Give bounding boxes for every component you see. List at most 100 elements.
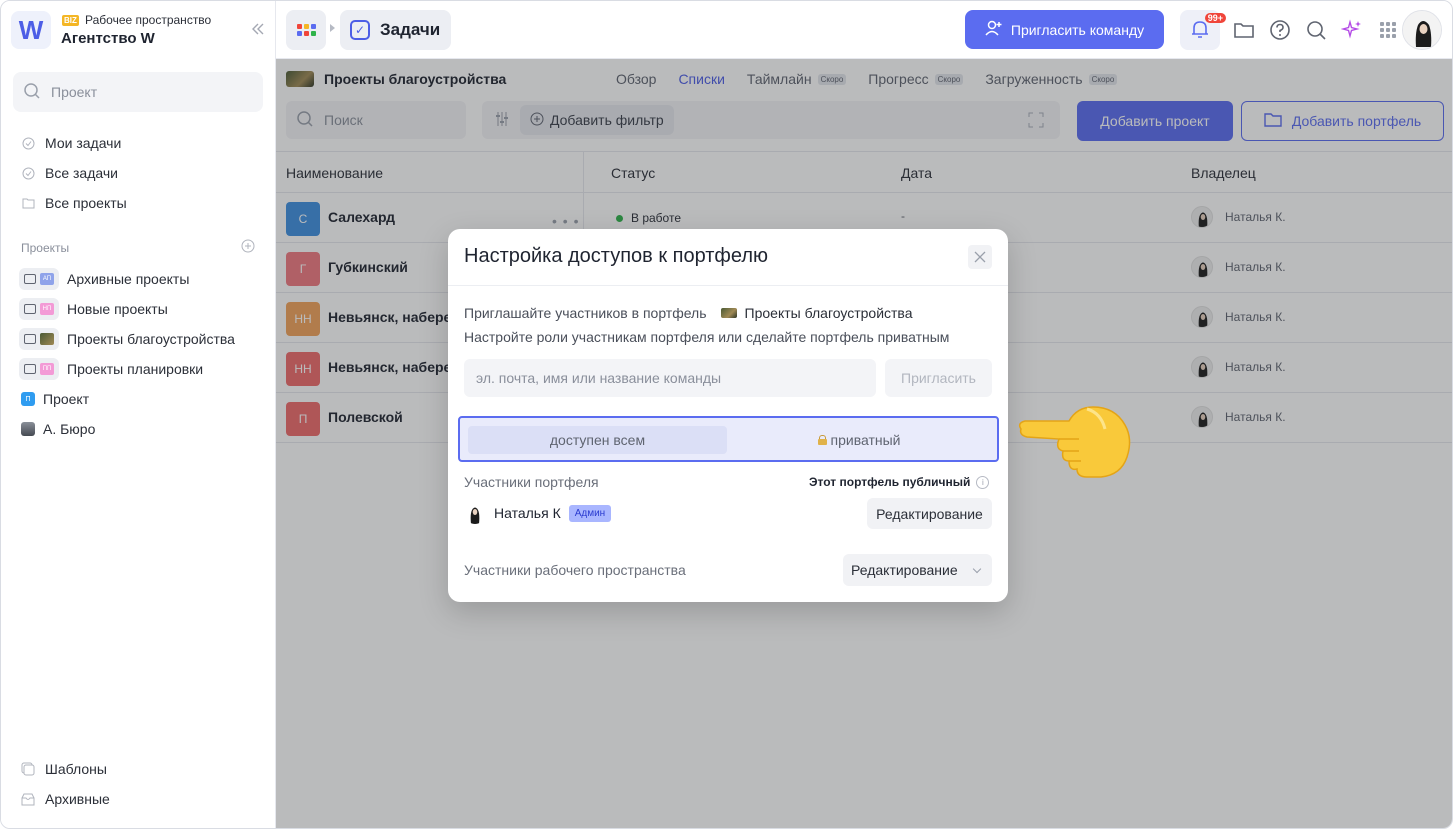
member-name: Наталья К <box>494 505 561 521</box>
top-icons: 99+ <box>1180 10 1400 50</box>
folder-icon <box>24 304 36 314</box>
sidebar: W BIZ Рабочее пространство Агентство W П… <box>1 1 276 828</box>
portfolio-thumbnail <box>720 308 737 318</box>
project-chip: ПП <box>19 358 59 380</box>
sidebar-item-all-projects[interactable]: Все проекты <box>21 192 127 214</box>
notifications-badge: 99+ <box>1204 13 1226 23</box>
workspace-label: Рабочее пространство <box>85 13 212 27</box>
member-row: Наталья К Админ <box>464 502 612 524</box>
sidebar-item-label: Мои задачи <box>45 135 122 151</box>
sidebar-project-label: Новые проекты <box>67 301 168 317</box>
sidebar-item-templates[interactable]: Шаблоны <box>21 758 107 780</box>
sidebar-project-planning[interactable]: ПП Проекты планировки <box>19 357 203 381</box>
folder-icon[interactable] <box>1232 18 1256 42</box>
add-project-icon[interactable] <box>241 239 255 253</box>
portfolio-name: Проекты благоустройства <box>744 305 913 321</box>
workspace-name: Агентство W <box>61 30 155 47</box>
ai-sparkle-icon[interactable] <box>1340 18 1364 42</box>
tasks-module-label: Задачи <box>380 20 441 39</box>
visibility-toggle: доступен всем приватный <box>458 416 999 462</box>
sidebar-project-archive[interactable]: АП Архивные проекты <box>19 267 189 291</box>
workspace-role-select[interactable]: Редактирование <box>843 554 992 586</box>
workspace-plan-badge: BIZ <box>62 15 79 26</box>
workspace-logo: W <box>11 11 51 49</box>
info-icon[interactable]: i <box>976 475 990 489</box>
member-role-button[interactable]: Редактирование <box>867 498 992 529</box>
sidebar-item-label: Все задачи <box>45 165 118 181</box>
sidebar-project-label: Архивные проекты <box>67 271 190 287</box>
sidebar-project-label: А. Бюро <box>43 421 96 437</box>
project-thumbnail <box>40 333 54 345</box>
sidebar-item-label: Шаблоны <box>45 761 107 777</box>
sidebar-item-label: Все проекты <box>45 195 127 211</box>
help-icon[interactable] <box>1268 18 1292 42</box>
sidebar-item-my-tasks[interactable]: Мои задачи <box>21 132 121 154</box>
sidebar-project-project[interactable]: П Проект <box>21 387 89 411</box>
project-chip: НП <box>19 298 59 320</box>
workspace-role-value: Редактирование <box>851 562 958 578</box>
private-label: приватный <box>830 432 901 448</box>
topbar: ✓ Задачи Пригласить команду 99+ <box>276 1 1452 59</box>
folder-icon <box>24 364 36 374</box>
sidebar-item-all-tasks[interactable]: Все задачи <box>21 162 118 184</box>
project-chip: АП <box>19 268 59 290</box>
add-user-icon <box>985 19 1003 40</box>
check-circle-icon <box>21 136 35 150</box>
sidebar-project-landscaping[interactable]: Проекты благоустройства <box>19 327 235 351</box>
sidebar-search-placeholder: Проект <box>51 84 98 100</box>
sidebar-project-bureau[interactable]: А. Бюро <box>21 417 95 441</box>
app-window: W BIZ Рабочее пространство Агентство W П… <box>0 0 1453 829</box>
project-chip <box>19 328 59 350</box>
invite-text: Приглашайте участников в портфель <box>464 305 707 321</box>
avatar <box>464 502 486 524</box>
checkbox-icon: ✓ <box>350 20 370 40</box>
check-circle-icon <box>21 166 35 180</box>
folder-icon <box>21 196 35 210</box>
tasks-module-button[interactable]: ✓ Задачи <box>340 10 451 50</box>
archive-icon <box>21 792 35 806</box>
folder-icon <box>24 274 36 284</box>
visibility-public-option[interactable]: доступен всем <box>468 426 727 454</box>
divider <box>448 285 1008 286</box>
workspace-header[interactable]: W BIZ Рабочее пространство Агентство W <box>11 11 266 51</box>
dialog-title: Настройка доступов к портфелю <box>464 245 769 267</box>
project-badge: АП <box>40 273 54 285</box>
project-badge: П <box>21 392 35 406</box>
user-avatar[interactable] <box>1402 10 1442 50</box>
close-icon[interactable] <box>968 245 992 269</box>
chevron-down-icon <box>972 564 981 573</box>
invite-description: Приглашайте участников в портфель Проект… <box>464 305 913 321</box>
sidebar-project-label: Проект <box>43 391 90 407</box>
members-label: Участники портфеля <box>464 474 599 490</box>
public-status-text: Этот портфель публичный <box>809 475 971 489</box>
sidebar-item-label: Архивные <box>45 791 110 807</box>
admin-badge: Админ <box>568 504 612 522</box>
building-icon <box>21 422 35 436</box>
public-status: Этот портфель публичный i <box>809 475 990 489</box>
invite-button[interactable]: Пригласить <box>885 359 992 397</box>
sidebar-project-label: Проекты планировки <box>67 361 204 377</box>
templates-icon <box>21 762 35 776</box>
folder-icon <box>24 334 36 344</box>
visibility-private-option[interactable]: приватный <box>727 426 991 454</box>
projects-section-title: Проекты <box>21 241 70 255</box>
apps-grid-button[interactable] <box>286 10 326 50</box>
lock-icon <box>817 435 827 445</box>
search-icon[interactable] <box>1304 18 1328 42</box>
sidebar-search[interactable]: Проект <box>13 72 263 112</box>
more-apps-icon[interactable] <box>1376 18 1400 42</box>
project-badge: ПП <box>40 363 54 375</box>
sidebar-project-new[interactable]: НП Новые проекты <box>19 297 168 321</box>
sidebar-item-archived[interactable]: Архивные <box>21 788 110 810</box>
breadcrumb-arrow-icon <box>330 24 335 32</box>
invite-input[interactable] <box>464 359 876 397</box>
search-icon <box>23 82 41 103</box>
invite-team-button[interactable]: Пригласить команду <box>965 10 1164 49</box>
pointing-hand-icon <box>1018 406 1131 478</box>
project-badge: НП <box>40 303 54 315</box>
collapse-sidebar-icon[interactable] <box>250 21 266 39</box>
invite-team-label: Пригласить команду <box>1010 21 1145 38</box>
sidebar-project-label: Проекты благоустройства <box>67 331 235 347</box>
roles-description: Настройте роли участникам портфеля или с… <box>464 329 950 345</box>
notifications-button[interactable]: 99+ <box>1180 10 1226 50</box>
